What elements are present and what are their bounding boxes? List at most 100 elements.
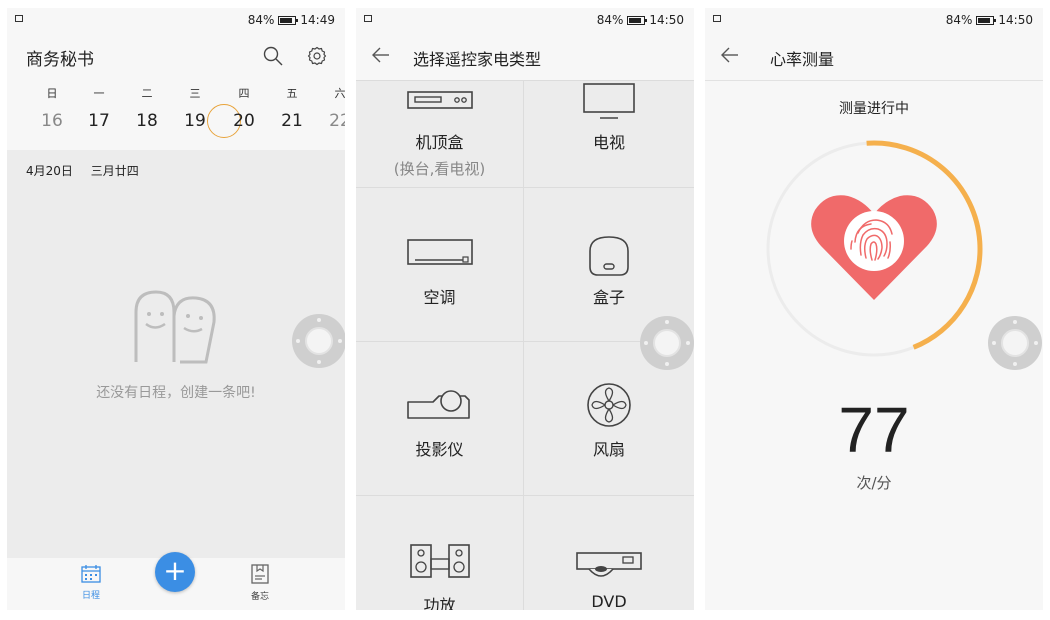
amplifier-icon bbox=[409, 544, 470, 578]
day-number: 17 bbox=[88, 111, 110, 131]
clock: 14:50 bbox=[998, 13, 1033, 27]
ball-dot bbox=[644, 341, 648, 345]
ball-dot bbox=[317, 360, 321, 364]
device-tv[interactable]: 电视 bbox=[524, 81, 694, 188]
set-top-box-icon bbox=[406, 91, 473, 109]
ball-dot bbox=[338, 339, 342, 343]
lunar-date: 三月廿四 bbox=[90, 164, 139, 178]
empty-state-text: 还没有日程，创建一条吧! bbox=[96, 385, 256, 401]
day-number: 21 bbox=[281, 111, 303, 131]
search-icon[interactable] bbox=[263, 46, 283, 70]
ball-dot bbox=[296, 339, 300, 343]
calendar-icon bbox=[81, 565, 101, 583]
device-label: 投影仪 bbox=[415, 440, 464, 459]
fingerprint-icon bbox=[844, 211, 904, 271]
measure-status: 测量进行中 bbox=[839, 101, 909, 117]
weekday-label: 五 bbox=[286, 87, 298, 100]
device-label: 电视 bbox=[592, 133, 625, 152]
ball-dot bbox=[992, 341, 996, 345]
notification-icon bbox=[15, 15, 23, 22]
add-schedule-button[interactable]: + bbox=[155, 552, 195, 592]
battery-percent: 84% bbox=[596, 13, 624, 27]
floating-assistive-ball[interactable] bbox=[988, 316, 1042, 370]
weekday-label: 一 bbox=[93, 87, 105, 100]
device-label: 机顶盒 bbox=[415, 133, 464, 152]
ball-dot bbox=[686, 341, 690, 345]
heart-rate-screen: 84% 14:50 心率测量 测量进行中 77 次/分 bbox=[705, 8, 1043, 610]
ball-dot bbox=[1013, 320, 1017, 324]
ball-center bbox=[653, 329, 681, 357]
device-projector[interactable]: 投影仪 bbox=[356, 342, 524, 496]
ball-dot bbox=[665, 320, 669, 324]
clock: 14:49 bbox=[300, 13, 335, 27]
battery-icon bbox=[627, 15, 648, 25]
device-amplifier[interactable]: 功放 bbox=[356, 496, 524, 610]
app-bar: 选择遥控家电类型 bbox=[356, 34, 694, 81]
app-title: 商务秘书 bbox=[26, 50, 94, 70]
app-bar: 商务秘书 bbox=[7, 34, 345, 78]
floating-assistive-ball[interactable] bbox=[292, 314, 345, 368]
device-air-conditioner[interactable]: 空调 bbox=[356, 188, 524, 342]
back-arrow-icon[interactable] bbox=[721, 47, 739, 67]
memo-icon bbox=[251, 564, 269, 584]
status-bar: 84% 14:50 bbox=[705, 8, 1043, 34]
device-label: 空调 bbox=[423, 288, 456, 307]
fan-icon bbox=[587, 383, 631, 427]
floating-assistive-ball[interactable] bbox=[640, 316, 694, 370]
ball-dot bbox=[317, 318, 321, 322]
box-icon bbox=[589, 236, 629, 276]
day-number: 22 bbox=[329, 111, 345, 131]
remote-device-type-screen: 84% 14:50 选择遥控家电类型 机顶盒 (换台,看电视) 电视 空调 盒子… bbox=[356, 8, 694, 610]
ball-center bbox=[1001, 329, 1029, 357]
solar-date: 4月20日 bbox=[26, 164, 73, 178]
device-label: 盒子 bbox=[592, 288, 625, 307]
back-arrow-icon[interactable] bbox=[372, 47, 390, 67]
battery-percent: 84% bbox=[945, 13, 973, 27]
app-bar: 心率测量 bbox=[705, 34, 1043, 81]
weekday-label: 二 bbox=[141, 87, 153, 100]
page-title: 选择遥控家电类型 bbox=[413, 50, 542, 69]
gear-icon[interactable] bbox=[307, 46, 327, 70]
ball-dot bbox=[665, 362, 669, 366]
week-strip: 日 16 一 17 二 18 三 19 四 20 五 21 六 22 bbox=[7, 78, 345, 150]
device-set-top-box[interactable]: 机顶盒 (换台,看电视) bbox=[356, 81, 524, 188]
day-number: 18 bbox=[136, 111, 158, 131]
dvd-icon bbox=[576, 552, 642, 577]
ball-dot bbox=[1034, 341, 1038, 345]
weekday-label: 六 bbox=[334, 87, 346, 100]
projector-icon bbox=[406, 390, 470, 419]
empty-state-illustration bbox=[130, 286, 220, 370]
device-sublabel: (换台,看电视) bbox=[393, 160, 486, 178]
heart-rate-unit: 次/分 bbox=[856, 474, 892, 492]
device-label: 功放 bbox=[423, 596, 456, 610]
weekday-label: 四 bbox=[238, 87, 250, 100]
tab-label: 备忘 bbox=[250, 592, 269, 602]
tv-icon bbox=[583, 83, 635, 119]
measure-progress-ring bbox=[763, 138, 985, 364]
notification-icon bbox=[364, 15, 372, 22]
battery-icon bbox=[278, 15, 299, 25]
day-number: 20 bbox=[233, 111, 255, 131]
notification-icon bbox=[713, 15, 721, 22]
battery-percent: 84% bbox=[247, 13, 275, 27]
tab-memo[interactable]: 备忘 bbox=[235, 564, 285, 602]
weekday-label: 三 bbox=[189, 87, 201, 100]
device-label: 风扇 bbox=[592, 440, 625, 459]
tab-schedule[interactable]: 日程 bbox=[66, 564, 116, 601]
battery-icon bbox=[976, 15, 997, 25]
status-bar: 84% 14:49 bbox=[7, 8, 345, 34]
clock: 14:50 bbox=[649, 13, 684, 27]
calendar-screen: 84% 14:49 商务秘书 日 16 一 17 二 18 三 19 四 20 … bbox=[7, 8, 345, 610]
page-title: 心率测量 bbox=[770, 50, 835, 69]
ball-dot bbox=[1013, 362, 1017, 366]
weekday-label: 日 bbox=[46, 87, 58, 100]
device-label: DVD bbox=[591, 592, 627, 610]
heart-rate-value: 77 bbox=[838, 394, 910, 466]
selected-date-line: 4月20日 三月廿四 bbox=[26, 162, 153, 179]
device-dvd[interactable]: DVD bbox=[524, 496, 694, 610]
day-number: 16 bbox=[41, 111, 63, 131]
tab-label: 日程 bbox=[81, 591, 100, 601]
status-bar: 84% 14:50 bbox=[356, 8, 694, 34]
ball-center bbox=[305, 327, 333, 355]
air-conditioner-icon bbox=[406, 239, 473, 265]
